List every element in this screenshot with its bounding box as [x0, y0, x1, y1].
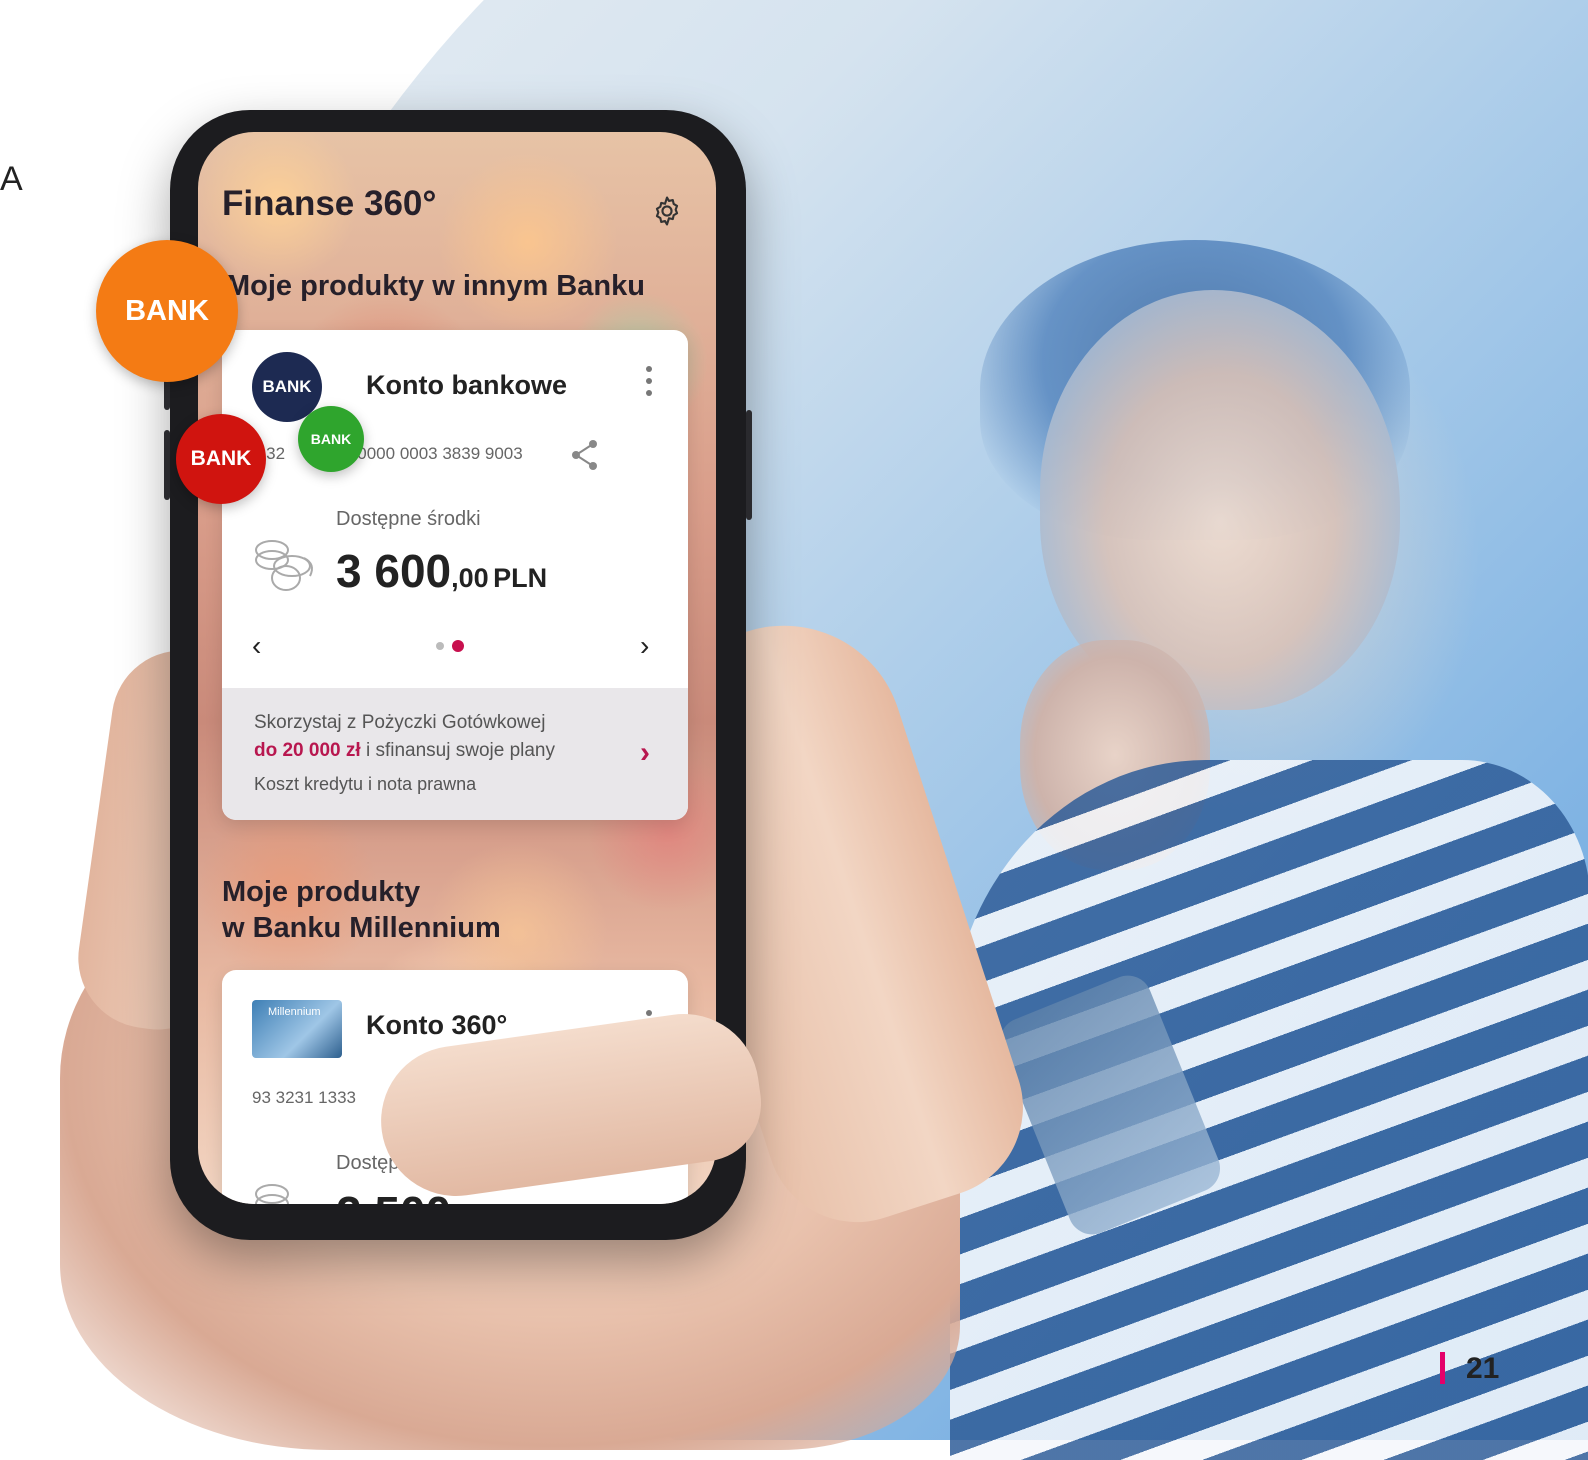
- page-number: 21: [1466, 1352, 1500, 1385]
- more-options-icon[interactable]: [642, 366, 656, 406]
- section-title-line: w Banku Millennium: [222, 912, 501, 944]
- legal-note-link[interactable]: Koszt kredytu i nota prawna: [254, 774, 476, 795]
- section-title-other-bank: Moje produkty w innym Banku: [226, 270, 645, 302]
- slide-text-fragment: A: [0, 160, 23, 198]
- pager-dot-active[interactable]: [452, 640, 464, 652]
- amount-decimals: ,00: [451, 563, 489, 593]
- coins-icon: [255, 540, 313, 591]
- promo-text: Skorzystaj z Pożyczki Gotówkowej: [254, 712, 546, 733]
- bank-bubble-green: BANK: [298, 406, 364, 472]
- promo-text: do 20 000 zł i sfinansuj swoje plany: [254, 740, 555, 762]
- pager-dots: [436, 640, 464, 652]
- account-card-other-bank[interactable]: BANK Konto bankowe 3 32 3 0000 0003 3839 …: [222, 330, 688, 820]
- account-number: 3 32 3 0000 0003 3839 9003: [252, 444, 523, 464]
- section-title-line: Moje produkty: [222, 876, 421, 908]
- share-icon[interactable]: [570, 438, 600, 472]
- account-number: 93 3231 1333: [252, 1088, 356, 1107]
- card-brand: Millennium: [268, 1006, 321, 1018]
- page-number-accent: [1440, 1352, 1445, 1384]
- account-name: Konto bankowe: [366, 370, 567, 400]
- app-title: Finanse 360°: [222, 184, 437, 223]
- phone-side-button: [164, 430, 170, 500]
- chevron-right-icon[interactable]: ›: [640, 736, 650, 770]
- bank-bubble-red: BANK: [176, 414, 266, 504]
- available-amount: 3 600,00 PLN: [336, 544, 547, 598]
- amount-currency: PLN: [493, 563, 548, 593]
- card-image: Millennium: [252, 1000, 342, 1058]
- promo-highlight: do 20 000 zł: [254, 740, 361, 761]
- next-arrow-icon[interactable]: ›: [640, 630, 649, 662]
- pager-dot[interactable]: [436, 642, 444, 650]
- previous-arrow-icon[interactable]: ‹: [252, 630, 261, 662]
- bank-bubble-orange: BANK: [96, 240, 238, 382]
- phone-side-button: [746, 410, 752, 520]
- coins-icon: [255, 1184, 289, 1204]
- amount-integer: 3 600: [336, 545, 452, 597]
- loan-promo-banner[interactable]: Skorzystaj z Pożyczki Gotówkowej do 20 0…: [222, 688, 688, 820]
- account-name: Konto 360°: [366, 1010, 508, 1040]
- section-title-millennium: Moje produkty w Banku Millennium: [222, 874, 501, 946]
- promo-text-rest: i sfinansuj swoje plany: [360, 740, 555, 761]
- available-funds-label: Dostępne środki: [336, 508, 481, 530]
- account-number-end: 3 0000 0003 3839 9003: [343, 444, 523, 463]
- gear-icon[interactable]: [650, 194, 684, 228]
